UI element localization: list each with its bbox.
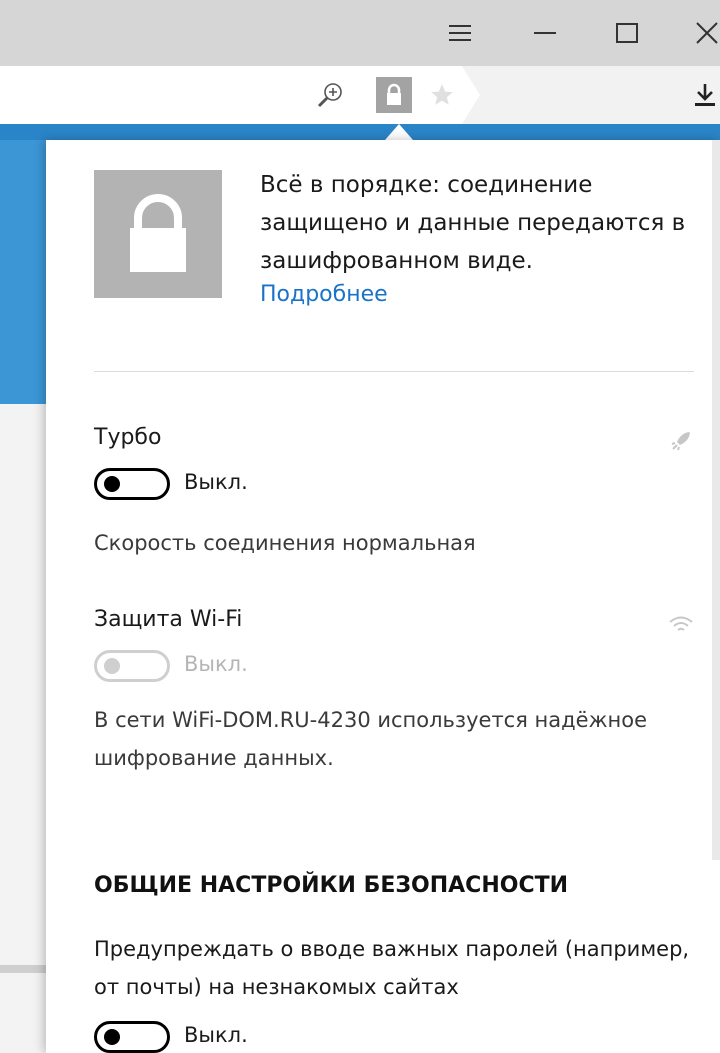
password-warning-label: Предупреждать о вводе важных паролей (на… <box>94 937 690 999</box>
download-icon[interactable] <box>690 66 720 124</box>
address-bar-arrow <box>462 66 480 124</box>
wifi-description: В сети WiFi-DOM.RU-4230 используется над… <box>94 708 647 770</box>
minimize-icon[interactable] <box>510 0 580 66</box>
turbo-description: Скорость соединения нормальная <box>94 531 476 555</box>
wifi-icon <box>666 610 696 640</box>
rocket-icon <box>666 426 696 456</box>
wifi-protection-label: Защита Wi-Fi <box>94 607 243 632</box>
star-icon[interactable] <box>424 66 460 124</box>
page-header-strip <box>0 124 720 140</box>
lock-icon[interactable] <box>374 66 414 124</box>
popup-caret <box>385 124 413 140</box>
wifi-protection-toggle <box>94 650 170 682</box>
maximize-icon[interactable] <box>592 0 662 66</box>
zoom-icon[interactable] <box>310 66 350 124</box>
password-warning-state: Выкл. <box>184 1023 248 1047</box>
password-warning-toggle[interactable] <box>94 1021 170 1053</box>
popup-scrollbar[interactable] <box>712 140 720 860</box>
security-status-text: Всё в порядке: соединение защищено и дан… <box>260 172 686 274</box>
more-info-link[interactable]: Подробнее <box>260 282 388 307</box>
page-divider <box>0 965 46 973</box>
browser-toolbar <box>0 66 720 125</box>
secure-lock-icon <box>94 170 222 298</box>
menu-icon[interactable] <box>425 0 495 66</box>
general-security-heading: ОБЩИЕ НАСТРОЙКИ БЕЗОПАСНОСТИ <box>94 873 569 898</box>
window-title-bar <box>0 0 720 66</box>
turbo-toggle[interactable] <box>94 468 170 500</box>
turbo-state: Выкл. <box>184 470 248 494</box>
wifi-protection-state: Выкл. <box>184 652 248 676</box>
turbo-label: Турбо <box>94 425 162 450</box>
close-icon[interactable] <box>672 0 720 66</box>
section-divider <box>94 371 694 372</box>
